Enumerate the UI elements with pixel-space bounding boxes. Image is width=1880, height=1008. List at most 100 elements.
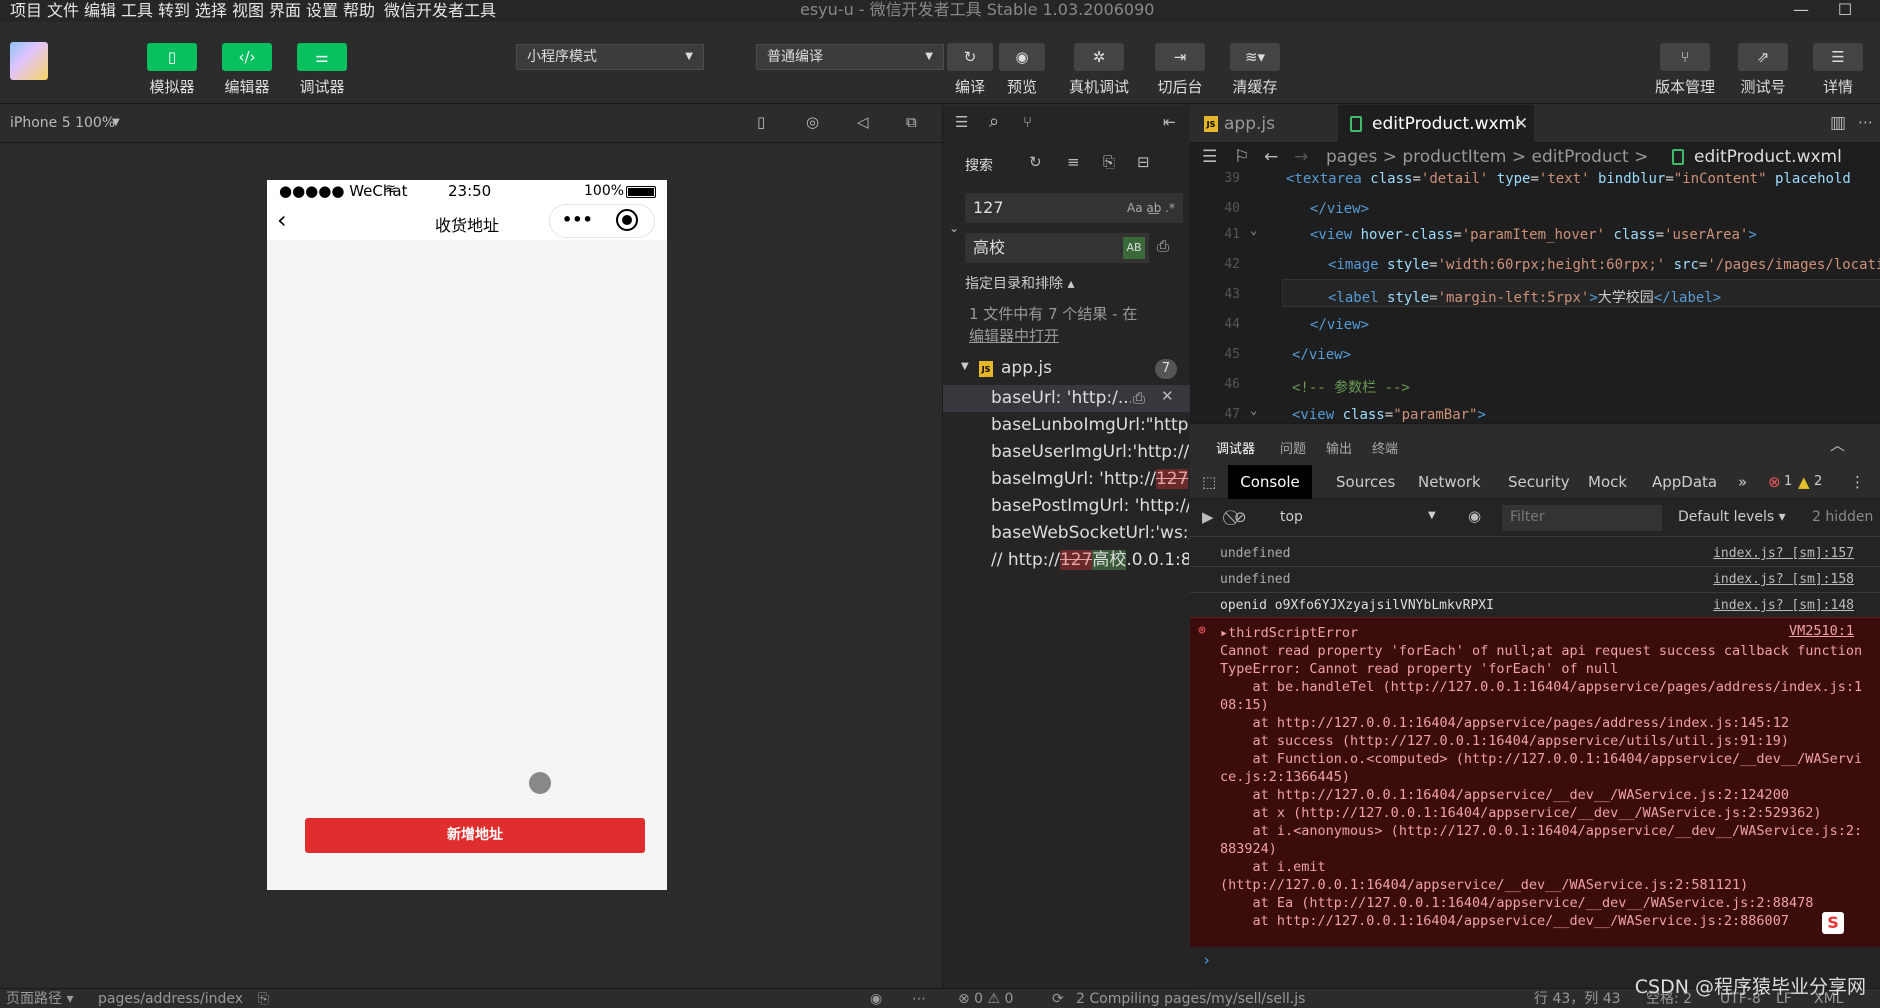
tab-debugger[interactable]: 调试器 bbox=[1216, 438, 1255, 457]
fold-icon[interactable]: ⌄ bbox=[1250, 403, 1257, 417]
device-select[interactable]: iPhone 5 100% bbox=[10, 115, 115, 131]
tab-problems[interactable]: 问题 bbox=[1280, 438, 1306, 457]
code-editor[interactable]: 39 40 41 42 43 44 45 46 47 ⌄ ⌄ <textarea… bbox=[1190, 171, 1880, 423]
replace-icon[interactable]: ⎙ bbox=[1133, 389, 1145, 407]
clear-console-icon[interactable]: ⃠⊘ bbox=[1234, 508, 1247, 526]
sidebar-toggle-icon[interactable]: ▶ bbox=[1202, 508, 1214, 526]
fold-icon[interactable]: ⌄ bbox=[1250, 223, 1257, 237]
tab-sources[interactable]: Sources bbox=[1336, 465, 1395, 499]
list-item[interactable]: // http://127高校.0.0.1:8... bbox=[991, 547, 1189, 574]
test-account-button[interactable]: ⇗ 测试号 bbox=[1733, 43, 1793, 97]
menu-goto[interactable]: 转到 bbox=[158, 0, 190, 22]
compile-mode-select[interactable]: 普通编译 ▼ bbox=[756, 44, 944, 70]
clear-results-icon[interactable]: ≡ bbox=[1067, 153, 1080, 171]
result-file-row[interactable]: ▼ JS app.js 7 bbox=[943, 355, 1191, 383]
chevron-up-icon[interactable]: ︿ bbox=[1830, 434, 1845, 455]
minimize-button[interactable]: — bbox=[1786, 0, 1816, 20]
inspect-icon[interactable]: ⬚ bbox=[1202, 473, 1216, 491]
copy-icon[interactable]: ⎘ bbox=[258, 989, 269, 1008]
collapse-panel-icon[interactable]: ⇤ bbox=[1163, 113, 1176, 131]
more-tabs-icon[interactable]: » bbox=[1738, 465, 1747, 499]
list-item[interactable]: baseLunboImgUrl:"http:... bbox=[991, 412, 1189, 439]
menu-help[interactable]: 帮助 bbox=[343, 0, 375, 22]
eye-icon[interactable]: ◉ bbox=[1468, 507, 1481, 525]
list-item[interactable]: baseUserImgUrl:'http://... bbox=[991, 439, 1189, 466]
debugger-button[interactable]: ⚌ 调试器 bbox=[294, 43, 350, 97]
log-source-link[interactable]: index.js? [sm]:148 bbox=[1713, 593, 1854, 619]
tab-mock[interactable]: Mock bbox=[1588, 465, 1627, 499]
window-icon[interactable]: ⧉ bbox=[906, 113, 917, 131]
close-icon[interactable]: ✕ bbox=[1161, 387, 1174, 405]
phone-icon[interactable]: ▯ bbox=[757, 113, 765, 131]
context-select[interactable]: top bbox=[1280, 509, 1303, 525]
details-button[interactable]: ☰ 详情 bbox=[1808, 43, 1868, 97]
list-item[interactable]: baseWebSocketUrl:'ws:/... bbox=[991, 520, 1189, 547]
open-in-editor-link[interactable]: 编辑器中打开 bbox=[969, 325, 1059, 346]
error-count[interactable]: 1 bbox=[1784, 465, 1792, 499]
menu-settings[interactable]: 设置 bbox=[306, 0, 338, 22]
menu-ui[interactable]: 界面 bbox=[269, 0, 301, 22]
maximize-button[interactable]: ☐ bbox=[1830, 0, 1860, 20]
kebab-menu-icon[interactable]: ⋮ bbox=[1850, 465, 1865, 499]
menu-select[interactable]: 选择 bbox=[195, 0, 227, 22]
tab-console[interactable]: Console bbox=[1228, 465, 1312, 499]
page-path-toggle[interactable]: 页面路径 ▾ bbox=[6, 989, 73, 1008]
tab-edit-product-wxml[interactable]: editProduct.wxml ✕ bbox=[1338, 105, 1534, 143]
add-address-button[interactable]: 新增地址 bbox=[305, 818, 645, 853]
source-control-icon[interactable]: ⑂ bbox=[1023, 113, 1032, 131]
preserve-case-icon[interactable]: AB bbox=[1123, 237, 1145, 259]
version-button[interactable]: ⑂ 版本管理 bbox=[1650, 43, 1720, 97]
breadcrumb-path[interactable]: pages > productItem > editProduct > bbox=[1326, 143, 1648, 171]
refresh-icon[interactable]: ↻ bbox=[1029, 153, 1042, 171]
replace-all-icon[interactable]: ⎙ bbox=[1157, 237, 1169, 255]
tab-appdata[interactable]: AppData bbox=[1652, 465, 1717, 499]
problems-count[interactable]: ⊗ 0 ⚠ 0 bbox=[958, 989, 1013, 1008]
console-prompt-icon[interactable]: › bbox=[1202, 951, 1211, 969]
error-title[interactable]: ▸thirdScriptError bbox=[1220, 625, 1358, 641]
preview-button[interactable]: ◉ 预览 bbox=[996, 43, 1048, 97]
mode-select[interactable]: 小程序模式 ▼ bbox=[516, 44, 704, 70]
console-filter-input[interactable]: Filter bbox=[1502, 505, 1662, 531]
cursor-position[interactable]: 行 43，列 43 bbox=[1534, 989, 1621, 1008]
background-button[interactable]: ⇥ 切后台 bbox=[1150, 43, 1210, 97]
arrow-right-icon[interactable]: → bbox=[1294, 143, 1308, 171]
close-icon[interactable]: ✕ bbox=[1514, 105, 1528, 143]
menu-view[interactable]: 视图 bbox=[232, 0, 264, 22]
compile-button[interactable]: ↻ 编译 bbox=[944, 43, 996, 97]
list-icon[interactable]: ☰ bbox=[1202, 143, 1217, 171]
replace-input[interactable]: 高校 AB bbox=[965, 233, 1149, 263]
arrow-left-icon[interactable]: ← bbox=[1264, 143, 1278, 171]
clear-cache-button[interactable]: ≋▾ 清缓存 bbox=[1225, 43, 1285, 97]
split-editor-icon[interactable]: ▥ bbox=[1830, 113, 1846, 133]
tab-security[interactable]: Security bbox=[1508, 465, 1570, 499]
record-icon[interactable]: ◎ bbox=[806, 113, 819, 131]
menu-tools[interactable]: 工具 bbox=[121, 0, 153, 22]
menu-file[interactable]: 文件 bbox=[47, 0, 79, 22]
volume-icon[interactable]: ◁ bbox=[857, 113, 869, 131]
avatar[interactable] bbox=[10, 42, 48, 80]
chevron-down-icon[interactable]: ⌄ bbox=[949, 221, 959, 235]
warning-count[interactable]: 2 bbox=[1814, 465, 1822, 499]
log-source-link[interactable]: index.js? [sm]:158 bbox=[1713, 567, 1854, 593]
real-device-debug-button[interactable]: ✲ 真机调试 bbox=[1064, 43, 1134, 97]
menu-project[interactable]: 项目 bbox=[10, 0, 42, 22]
editor-button[interactable]: ‹/› 编辑器 bbox=[219, 43, 275, 97]
search-input[interactable]: 127 Aa a͟b .* bbox=[965, 193, 1183, 223]
close-mini-program-icon[interactable] bbox=[616, 209, 638, 231]
list-item[interactable]: baseImgUrl: 'http://127... bbox=[991, 466, 1189, 493]
tab-app-js[interactable]: JS app.js bbox=[1190, 105, 1338, 143]
more-icon[interactable]: ⋯ bbox=[1858, 113, 1873, 131]
list-item[interactable]: baseUrl: 'http:/... bbox=[991, 385, 1131, 412]
menu-devtools[interactable]: 微信开发者工具 bbox=[384, 0, 496, 22]
include-exclude-toggle[interactable]: 指定目录和排除 ▴ bbox=[965, 273, 1074, 293]
bookmark-icon[interactable]: ⚐ bbox=[1234, 143, 1249, 171]
more-icon[interactable]: ⋯ bbox=[912, 989, 926, 1008]
new-editor-icon[interactable]: ⎘ bbox=[1103, 153, 1115, 171]
tab-network[interactable]: Network bbox=[1418, 465, 1481, 499]
log-source-link[interactable]: index.js? [sm]:157 bbox=[1713, 541, 1854, 567]
back-icon[interactable]: ‹ bbox=[277, 206, 287, 234]
tab-terminal[interactable]: 终端 bbox=[1372, 438, 1398, 457]
match-options-icon[interactable]: Aa a͟b .* bbox=[1127, 193, 1175, 223]
log-levels-select[interactable]: Default levels ▾ bbox=[1678, 509, 1786, 525]
simulator-button[interactable]: ▯ 模拟器 bbox=[144, 43, 200, 97]
